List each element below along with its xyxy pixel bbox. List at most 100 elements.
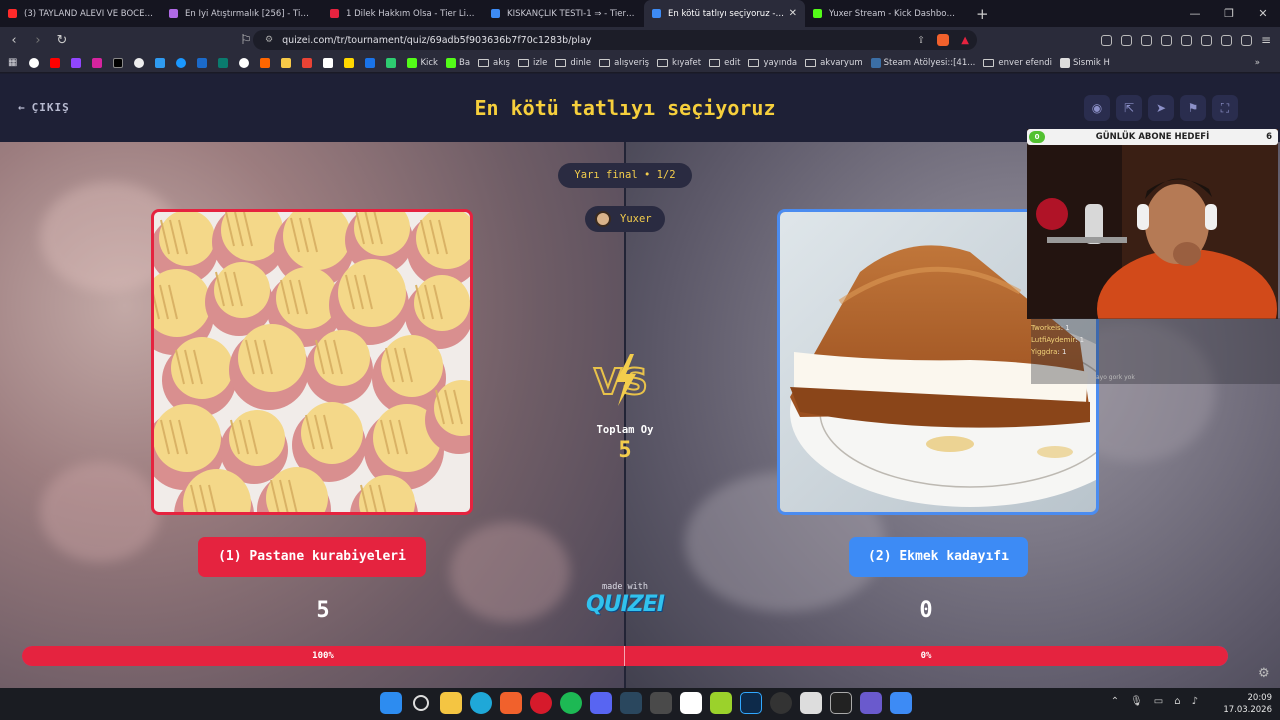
spotify-icon[interactable]	[560, 692, 582, 714]
browser-tab[interactable]: Yuxer Stream - Kick Dashboard	[805, 0, 966, 27]
bookmark-label: kıyafet	[672, 57, 702, 68]
bookmark-item[interactable]: Kick	[407, 57, 438, 68]
forward-icon[interactable]: ›	[28, 33, 48, 48]
flag-icon[interactable]: ⚑	[1180, 95, 1206, 121]
extension-icon[interactable]	[1101, 34, 1112, 46]
start-icon[interactable]	[380, 692, 402, 714]
extension-icon[interactable]	[1121, 34, 1132, 46]
brave-icon[interactable]	[500, 692, 522, 714]
site-icon[interactable]	[239, 57, 252, 68]
system-clock[interactable]: 20:09 17.03.2026	[1206, 692, 1272, 716]
fullscreen-icon[interactable]: ⛶	[1212, 95, 1238, 121]
chat-overlay: Tworkeis: 1 LutfiAydemir: 1 Yiggdra: 1	[1031, 322, 1131, 358]
drive-icon[interactable]	[155, 57, 168, 68]
bookmark-folder[interactable]: edit	[709, 58, 740, 68]
vpn-icon[interactable]	[1241, 34, 1252, 46]
quizei-logo[interactable]: QUIZEI	[575, 592, 675, 617]
site-icon[interactable]	[365, 57, 378, 68]
amazon-icon[interactable]	[323, 57, 336, 68]
edge-icon[interactable]	[470, 692, 492, 714]
twitch-icon[interactable]	[71, 57, 84, 68]
display-icon[interactable]: ▭	[1154, 696, 1163, 707]
site-icon[interactable]	[281, 57, 294, 68]
sidebar-icon[interactable]	[1181, 34, 1192, 46]
search-icon[interactable]	[413, 695, 429, 711]
site-icon[interactable]	[344, 57, 357, 68]
wallet-icon[interactable]	[1201, 34, 1212, 46]
x-icon[interactable]	[113, 57, 126, 68]
rewards-icon[interactable]: ▲	[961, 35, 969, 46]
app-icon[interactable]	[890, 692, 912, 714]
bookmark-folder[interactable]: enver efendi	[983, 58, 1052, 68]
epic-icon[interactable]	[830, 692, 852, 714]
opera-icon[interactable]	[530, 692, 552, 714]
browser-tab[interactable]: 1 Dilek Hakkım Olsa - Tier List | Kör S	[322, 0, 483, 27]
browser-tab[interactable]: En kötü tatlıyı seçiyoruz - Tier Lis✕	[644, 0, 805, 27]
bookmark-item[interactable]: Steam Atölyesi::[41...	[870, 57, 975, 68]
option-1-image[interactable]	[151, 209, 473, 515]
eye-icon[interactable]: ◉	[1084, 95, 1110, 121]
more-bookmarks-icon[interactable]: »	[1255, 58, 1260, 68]
send-icon[interactable]: ➤	[1148, 95, 1174, 121]
discord-icon[interactable]	[590, 692, 612, 714]
site-icon[interactable]	[197, 57, 210, 68]
file-explorer-icon[interactable]	[440, 692, 462, 714]
apps-icon[interactable]: ▦	[8, 57, 17, 68]
bookmark-folder[interactable]: akvaryum	[805, 58, 863, 68]
microphone-icon[interactable]: 🎙	[1130, 696, 1143, 707]
site-info-icon[interactable]: ⚙	[265, 35, 273, 45]
folder-icon	[599, 58, 611, 67]
url-field[interactable]: ⚙ quizei.com/tr/tournament/quiz/69adb5f9…	[253, 30, 977, 50]
menu-icon[interactable]: ≡	[1261, 34, 1272, 46]
share-icon[interactable]: ⇪	[917, 35, 925, 46]
leo-icon[interactable]	[1221, 34, 1232, 46]
bookmark-folder[interactable]: alışveriş	[599, 58, 649, 68]
browser-tab[interactable]: En İyi Atıştırmalık [256] - Tier List | …	[161, 0, 322, 27]
github-icon[interactable]	[134, 57, 147, 68]
app-icon[interactable]	[860, 692, 882, 714]
network-icon[interactable]: ⌂	[1174, 696, 1180, 707]
youtube-icon[interactable]	[50, 57, 63, 68]
bookmark-folder[interactable]: yayında	[748, 58, 797, 68]
vote-option-2-button[interactable]: (2) Ekmek kadayıfı	[849, 537, 1028, 577]
instagram-icon[interactable]	[92, 57, 105, 68]
chevron-up-icon[interactable]: ⌃	[1111, 696, 1119, 707]
cookies-image	[154, 212, 470, 512]
site-icon[interactable]	[260, 57, 273, 68]
prime-icon[interactable]	[176, 57, 189, 68]
extension-icon[interactable]	[1141, 34, 1152, 46]
close-window-icon[interactable]: ✕	[1246, 0, 1280, 27]
bookmark-folder[interactable]: izle	[517, 58, 547, 68]
brave-shield-icon[interactable]	[937, 34, 949, 46]
bookmark-item[interactable]: Sismik H	[1060, 57, 1110, 68]
steam-icon[interactable]	[620, 692, 642, 714]
media-icon[interactable]	[1161, 34, 1172, 46]
google-icon[interactable]	[29, 57, 42, 68]
reload-icon[interactable]: ↻	[52, 33, 72, 48]
volume-icon[interactable]: ♪	[1192, 696, 1198, 707]
back-icon[interactable]: ‹	[4, 33, 24, 48]
site-icon[interactable]	[386, 57, 399, 68]
close-tab-icon[interactable]: ✕	[785, 8, 797, 19]
vote-option-1-button[interactable]: (1) Pastane kurabiyeleri	[198, 537, 426, 577]
gmail-icon[interactable]	[302, 57, 315, 68]
bookmark-folder[interactable]: akış	[478, 58, 510, 68]
browser-tab[interactable]: (3) TAYLAND ALEVİ VE BÖCEKLİ SOF	[0, 0, 161, 27]
new-tab-button[interactable]: +	[976, 5, 989, 23]
folder-icon	[805, 58, 817, 67]
browser-tab[interactable]: KISKANÇLIK TESTİ-1 ⇒ - Tier List	[483, 0, 644, 27]
share-icon[interactable]: ⇱	[1116, 95, 1142, 121]
restore-icon[interactable]: ❐	[1212, 0, 1246, 27]
app-icon[interactable]	[800, 692, 822, 714]
obs-icon[interactable]	[770, 692, 792, 714]
xbox-icon[interactable]	[710, 692, 732, 714]
capcut-icon[interactable]	[680, 692, 702, 714]
bookmark-item[interactable]: Ba	[445, 57, 470, 68]
bookmark-folder[interactable]: dinle	[555, 58, 591, 68]
calculator-icon[interactable]	[650, 692, 672, 714]
minimize-icon[interactable]: —	[1178, 0, 1212, 27]
site-icon[interactable]	[218, 57, 231, 68]
bookmark-folder[interactable]: kıyafet	[657, 58, 701, 68]
sidebar-settings-icon[interactable]: ⚙	[1258, 666, 1270, 681]
photoshop-icon[interactable]	[740, 692, 762, 714]
